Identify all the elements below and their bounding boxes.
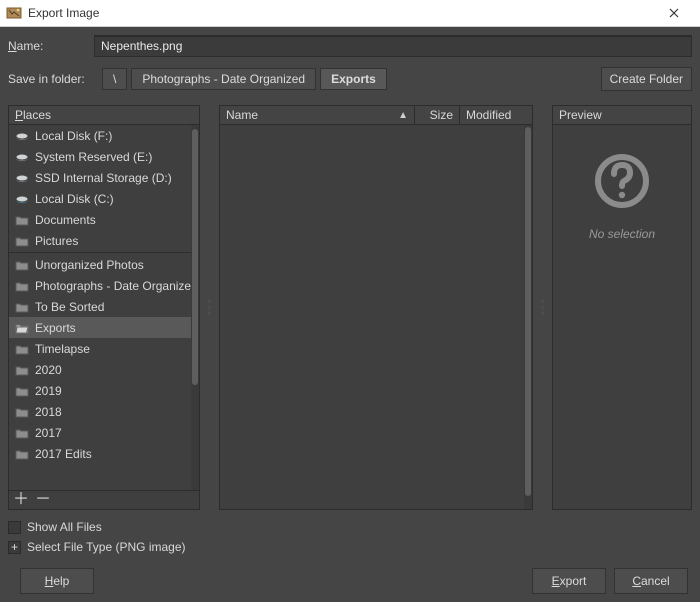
- pane-resize-handle[interactable]: [206, 105, 213, 510]
- files-header: Name ▲ Size Modified: [220, 106, 532, 125]
- name-label: Name:: [8, 39, 94, 53]
- places-item[interactable]: 2019: [9, 380, 191, 401]
- select-file-type-row[interactable]: + Select File Type (PNG image): [8, 540, 692, 554]
- places-item-label: Local Disk (F:): [35, 129, 112, 143]
- places-item[interactable]: 2017 Edits: [9, 443, 191, 464]
- folder-icon: [15, 426, 29, 440]
- breadcrumb: \ Photographs - Date Organized Exports: [102, 68, 387, 90]
- files-panel: Name ▲ Size Modified: [219, 105, 533, 510]
- folder-icon: [15, 447, 29, 461]
- close-button[interactable]: [654, 0, 694, 26]
- places-item[interactable]: 2017: [9, 422, 191, 443]
- folder-icon: [15, 258, 29, 272]
- places-item-label: Photographs - Date Organized: [35, 279, 191, 293]
- disk-icon: [15, 150, 29, 164]
- places-item-label: 2017: [35, 426, 62, 440]
- sort-asc-icon: ▲: [398, 110, 408, 121]
- filename-input[interactable]: [94, 35, 692, 57]
- show-all-files-checkbox[interactable]: [8, 521, 21, 534]
- folder-icon: [15, 279, 29, 293]
- column-header-modified[interactable]: Modified: [460, 106, 532, 124]
- places-item[interactable]: Exports: [9, 317, 191, 338]
- name-row: Name:: [8, 35, 692, 57]
- export-button[interactable]: Export: [532, 568, 606, 594]
- places-item-label: System Reserved (E:): [35, 150, 152, 164]
- breadcrumb-segment-current[interactable]: Exports: [320, 68, 387, 90]
- title-bar: Export Image: [0, 0, 700, 27]
- places-item-label: 2019: [35, 384, 62, 398]
- places-item-label: Documents: [35, 213, 96, 227]
- places-item[interactable]: Local Disk (F:): [9, 125, 191, 146]
- places-item[interactable]: System Reserved (E:): [9, 146, 191, 167]
- pane-resize-handle[interactable]: [539, 105, 546, 510]
- help-button[interactable]: Help: [20, 568, 94, 594]
- disk-icon: [15, 129, 29, 143]
- expand-icon[interactable]: +: [8, 541, 21, 554]
- places-item[interactable]: Documents: [9, 209, 191, 230]
- files-scrollbar[interactable]: [524, 125, 532, 509]
- breadcrumb-root[interactable]: \: [102, 68, 127, 90]
- main-area: Places Local Disk (F:) System Reserved (E…: [8, 105, 692, 510]
- select-file-type-label: Select File Type (PNG image): [27, 540, 186, 554]
- places-item-label: Unorganized Photos: [35, 258, 144, 272]
- breadcrumb-segment[interactable]: Photographs - Date Organized: [131, 68, 316, 90]
- folder-icon: [15, 300, 29, 314]
- folder-icon: [15, 234, 29, 248]
- disk-icon: [15, 171, 29, 185]
- files-list[interactable]: [220, 125, 532, 509]
- preview-header: Preview: [553, 106, 691, 125]
- folder-icon: [15, 363, 29, 377]
- places-item[interactable]: Timelapse: [9, 338, 191, 359]
- dialog-body: Name: Save in folder: \ Photographs - Da…: [0, 27, 700, 602]
- folder-icon: [15, 405, 29, 419]
- cancel-button[interactable]: Cancel: [614, 568, 688, 594]
- places-footer: ＋ －: [9, 490, 199, 509]
- preview-body: No selection: [553, 125, 691, 509]
- places-item[interactable]: SSD Internal Storage (D:): [9, 167, 191, 188]
- question-mark-icon: [594, 153, 650, 209]
- add-bookmark-button[interactable]: ＋: [13, 492, 29, 508]
- places-item[interactable]: 2018: [9, 401, 191, 422]
- file-options: Show All Files + Select File Type (PNG i…: [8, 520, 692, 554]
- show-all-files-row[interactable]: Show All Files: [8, 520, 692, 534]
- places-item-label: Local Disk (C:): [35, 192, 114, 206]
- places-item-label: To Be Sorted: [35, 300, 104, 314]
- places-item-label: Exports: [35, 321, 76, 335]
- preview-empty-text: No selection: [589, 227, 655, 241]
- window-title: Export Image: [28, 6, 654, 20]
- places-item[interactable]: Pictures: [9, 230, 191, 251]
- places-panel: Places Local Disk (F:) System Reserved (E…: [8, 105, 200, 510]
- places-list: Local Disk (F:) System Reserved (E:) SSD I…: [9, 125, 199, 490]
- folder-open-icon: [15, 321, 29, 335]
- places-item-label: 2020: [35, 363, 62, 377]
- column-header-size[interactable]: Size: [415, 106, 460, 124]
- folder-icon: [15, 342, 29, 356]
- folder-icon: [15, 384, 29, 398]
- folder-icon: [15, 213, 29, 227]
- places-item-label: 2018: [35, 405, 62, 419]
- places-item[interactable]: Photographs - Date Organized: [9, 275, 191, 296]
- app-icon: [6, 5, 22, 21]
- close-icon: [669, 8, 679, 18]
- save-in-folder-row: Save in folder: \ Photographs - Date Org…: [8, 67, 692, 91]
- places-item-label: SSD Internal Storage (D:): [35, 171, 172, 185]
- export-image-dialog: Export Image Name: Save in folder: \ Pho…: [0, 0, 700, 602]
- show-all-files-label: Show All Files: [27, 520, 102, 534]
- places-item-label: Pictures: [35, 234, 78, 248]
- places-item[interactable]: Unorganized Photos: [9, 254, 191, 275]
- places-item[interactable]: Local Disk (C:): [9, 188, 191, 209]
- places-item[interactable]: To Be Sorted: [9, 296, 191, 317]
- column-header-name[interactable]: Name ▲: [220, 106, 415, 124]
- places-item-label: Timelapse: [35, 342, 90, 356]
- places-scrollbar[interactable]: [191, 125, 199, 490]
- create-folder-button[interactable]: Create Folder: [601, 67, 692, 91]
- disk-c-icon: [15, 192, 29, 206]
- remove-bookmark-button[interactable]: －: [35, 492, 51, 508]
- dialog-button-row: Help Export Cancel: [8, 568, 692, 594]
- places-item[interactable]: 2020: [9, 359, 191, 380]
- places-item-label: 2017 Edits: [35, 447, 92, 461]
- preview-panel: Preview No selection: [552, 105, 692, 510]
- places-header: Places: [9, 106, 199, 125]
- save-in-folder-label: Save in folder:: [8, 72, 102, 86]
